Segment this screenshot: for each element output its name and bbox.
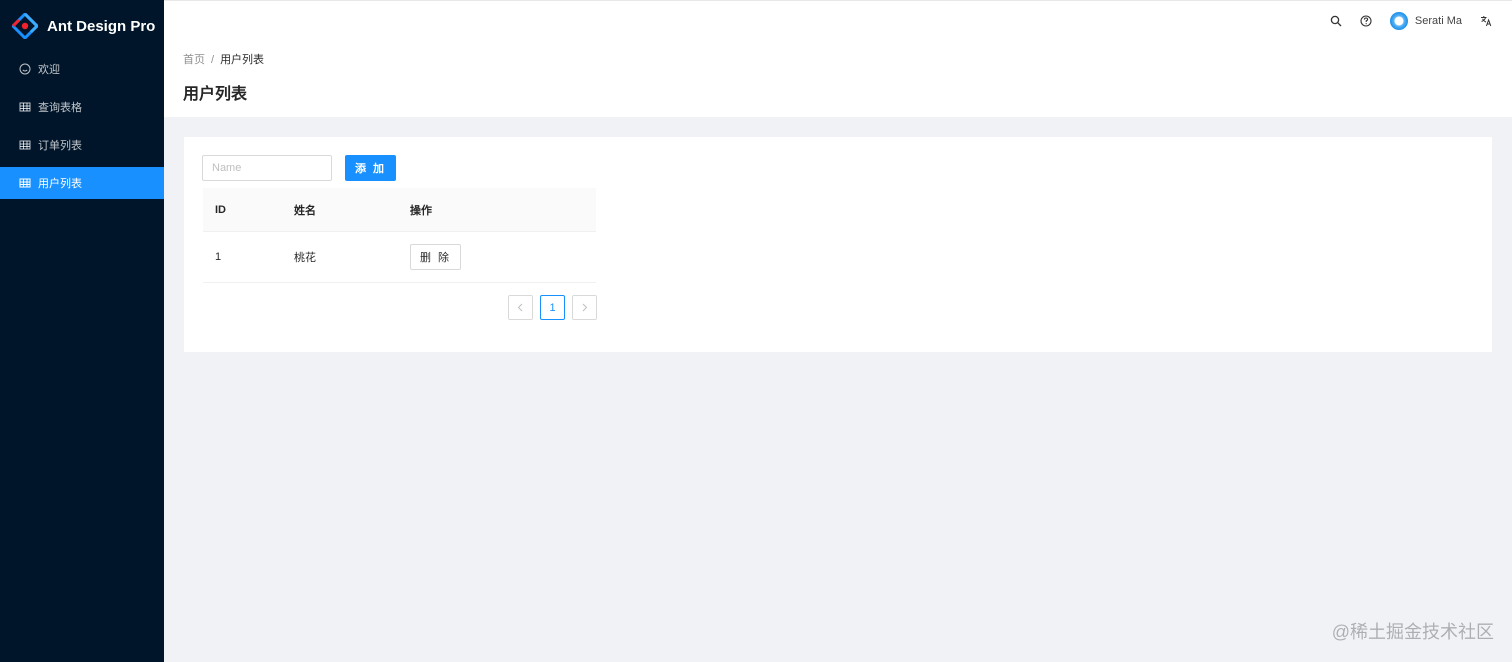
breadcrumb-home-link[interactable]: 首页 <box>183 54 205 66</box>
table-icon <box>19 101 31 113</box>
app-title: Ant Design Pro <box>47 17 156 35</box>
avatar <box>1389 12 1408 30</box>
cell-action: 删 除 <box>410 244 596 270</box>
pagination-prev-button[interactable] <box>508 295 533 320</box>
toolbar: 添 加 <box>202 155 396 181</box>
header-user-menu[interactable]: Serati Ma <box>1389 12 1462 30</box>
pagination-next-button[interactable] <box>572 295 597 320</box>
sidebar-item-label: 用户列表 <box>38 178 82 190</box>
column-header-action: 操作 <box>410 204 432 217</box>
page-header: 首页 / 用户列表 用户列表 <box>164 41 1512 117</box>
breadcrumb-current: 用户列表 <box>220 54 265 66</box>
username: Serati Ma <box>1414 15 1462 27</box>
sidebar-item-label: 欢迎 <box>38 64 60 76</box>
column-header-name: 姓名 <box>294 204 316 217</box>
translation-icon <box>1481 16 1492 27</box>
content-card: 添 加 ID 姓名 操作 1 桃花 删 除 1 <box>184 137 1492 352</box>
user-table: ID 姓名 操作 1 桃花 删 除 <box>203 188 596 283</box>
search-icon <box>1330 15 1342 27</box>
top-header: Serati Ma <box>164 0 1512 41</box>
sidebar-item-welcome[interactable]: 欢迎 <box>0 53 164 85</box>
chevron-left-icon <box>517 303 523 312</box>
name-input[interactable] <box>202 155 332 181</box>
table-icon <box>19 177 31 189</box>
table-header: ID 姓名 操作 <box>203 188 596 232</box>
chevron-right-icon <box>582 303 588 312</box>
ant-design-logo-icon <box>12 13 38 39</box>
delete-button[interactable]: 删 除 <box>410 244 461 270</box>
pagination: 1 <box>508 295 597 320</box>
smile-icon <box>19 63 31 75</box>
breadcrumb-separator: / <box>211 54 215 66</box>
header-search-button[interactable] <box>1330 15 1342 27</box>
sidebar-item-query-table[interactable]: 查询表格 <box>0 91 164 123</box>
breadcrumb: 首页 / 用户列表 <box>183 41 1512 67</box>
header-language-button[interactable] <box>1480 15 1492 27</box>
add-button[interactable]: 添 加 <box>345 155 396 181</box>
watermark: @稀土掘金技术社区 <box>1331 622 1494 642</box>
logo[interactable]: Ant Design Pro <box>0 0 164 52</box>
sidebar-item-label: 订单列表 <box>38 140 82 152</box>
sidebar: Ant Design Pro 欢迎 查询表格 订单列表 用户列表 <box>0 0 164 662</box>
pagination-page-1[interactable]: 1 <box>540 295 565 320</box>
cell-name: 桃花 <box>294 252 316 264</box>
table-row: 1 桃花 删 除 <box>203 232 596 283</box>
question-circle-icon <box>1360 15 1372 27</box>
sidebar-menu: 欢迎 查询表格 订单列表 用户列表 <box>0 53 164 199</box>
sidebar-item-user-list[interactable]: 用户列表 <box>0 167 164 199</box>
sidebar-item-order-list[interactable]: 订单列表 <box>0 129 164 161</box>
header-help-button[interactable] <box>1360 15 1372 27</box>
cell-id: 1 <box>215 251 222 263</box>
table-icon <box>19 139 31 151</box>
column-header-id: ID <box>215 203 226 216</box>
sidebar-item-label: 查询表格 <box>38 102 82 114</box>
page-title: 用户列表 <box>183 86 248 103</box>
